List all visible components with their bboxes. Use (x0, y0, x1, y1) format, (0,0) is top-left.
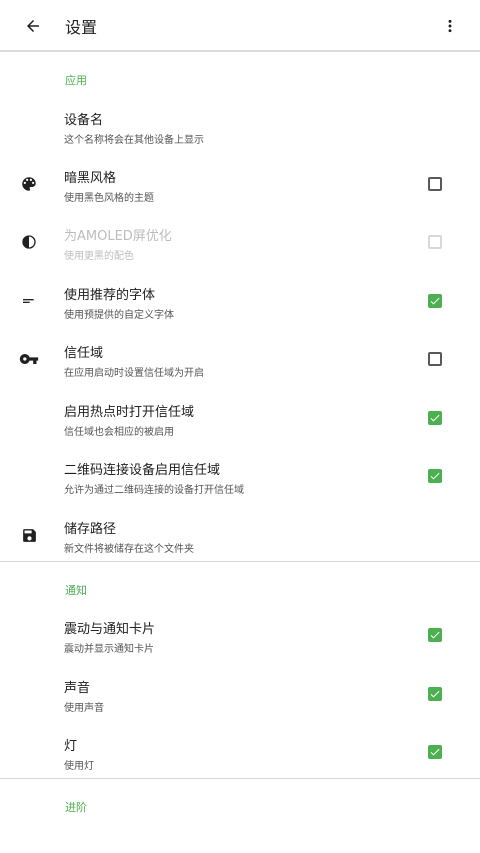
check-icon (430, 297, 440, 305)
section-header-app: 应用 (65, 74, 87, 87)
light-checkbox[interactable] (428, 745, 442, 759)
app-bar: 设置 (0, 0, 480, 52)
palette-icon (18, 173, 40, 195)
trust-zone-checkbox[interactable] (428, 352, 442, 366)
setting-summary: 允许为通过二维码连接的设备打开信任域 (64, 485, 244, 496)
setting-qr-trust[interactable]: 二维码连接设备启用信任域 允许为通过二维码连接的设备打开信任域 (0, 447, 480, 505)
setting-title: 信任域 (64, 346, 104, 361)
setting-title: 启用热点时打开信任域 (64, 405, 195, 420)
amoled-checkbox (428, 235, 442, 249)
setting-summary: 使用声音 (64, 703, 104, 714)
short-text-icon (18, 290, 40, 312)
setting-summary: 新文件将被储存在这个文件夹 (64, 544, 194, 555)
setting-summary: 信任域也会相应的被启用 (64, 427, 174, 438)
setting-amoled: 为AMOLED屏优化 使用更黑的配色 (0, 213, 480, 271)
vibrate-checkbox[interactable] (428, 628, 442, 642)
setting-title: 设备名 (64, 113, 104, 128)
setting-title: 使用推荐的字体 (64, 288, 156, 303)
setting-vibrate[interactable]: 震动与通知卡片 震动并显示通知卡片 (0, 606, 480, 664)
section-header-advanced: 进阶 (65, 801, 87, 814)
setting-summary: 使用预提供的自定义字体 (64, 310, 174, 321)
arrow-back-icon (27, 20, 39, 32)
check-icon (430, 690, 440, 698)
section-divider (0, 778, 480, 779)
setting-title: 储存路径 (64, 522, 117, 537)
setting-trust-zone[interactable]: 信任域 在应用启动时设置信任域为开启 (0, 330, 480, 388)
contrast-icon (18, 231, 40, 253)
overflow-menu-button[interactable] (436, 11, 464, 41)
setting-summary: 这个名称将会在其他设备上显示 (64, 135, 204, 146)
section-divider (0, 561, 480, 562)
setting-storage-path[interactable]: 储存路径 新文件将被储存在这个文件夹 (0, 506, 480, 564)
setting-title: 声音 (64, 681, 91, 696)
dark-theme-checkbox[interactable] (428, 177, 442, 191)
back-button[interactable] (18, 11, 48, 41)
setting-title: 灯 (64, 739, 78, 754)
check-icon (430, 748, 440, 756)
setting-summary: 使用黑色风格的主题 (64, 193, 154, 204)
save-icon (18, 524, 40, 546)
hotspot-trust-checkbox[interactable] (428, 411, 442, 425)
font-checkbox[interactable] (428, 294, 442, 308)
setting-title: 二维码连接设备启用信任域 (64, 463, 221, 478)
setting-summary: 在应用启动时设置信任域为开启 (64, 368, 204, 379)
check-icon (430, 631, 440, 639)
setting-light[interactable]: 灯 使用灯 (0, 723, 480, 781)
more-vert-icon (448, 19, 452, 33)
setting-title: 暗黑风格 (64, 171, 117, 186)
setting-title: 为AMOLED屏优化 (64, 229, 172, 244)
setting-summary: 震动并显示通知卡片 (64, 644, 154, 655)
key-icon (18, 348, 40, 370)
section-header-notify: 通知 (65, 584, 87, 597)
setting-hotspot-trust[interactable]: 启用热点时打开信任域 信任域也会相应的被启用 (0, 389, 480, 447)
setting-title: 震动与通知卡片 (64, 622, 156, 637)
setting-summary: 使用灯 (64, 761, 94, 772)
qr-trust-checkbox[interactable] (428, 469, 442, 483)
setting-summary: 使用更黑的配色 (64, 251, 134, 262)
page-title: 设置 (65, 18, 98, 37)
setting-device-name[interactable]: 设备名 这个名称将会在其他设备上显示 (0, 97, 480, 155)
setting-dark-theme[interactable]: 暗黑风格 使用黑色风格的主题 (0, 155, 480, 213)
setting-sound[interactable]: 声音 使用声音 (0, 665, 480, 723)
sound-checkbox[interactable] (428, 687, 442, 701)
setting-font[interactable]: 使用推荐的字体 使用预提供的自定义字体 (0, 272, 480, 330)
check-icon (430, 414, 440, 422)
check-icon (430, 472, 440, 480)
